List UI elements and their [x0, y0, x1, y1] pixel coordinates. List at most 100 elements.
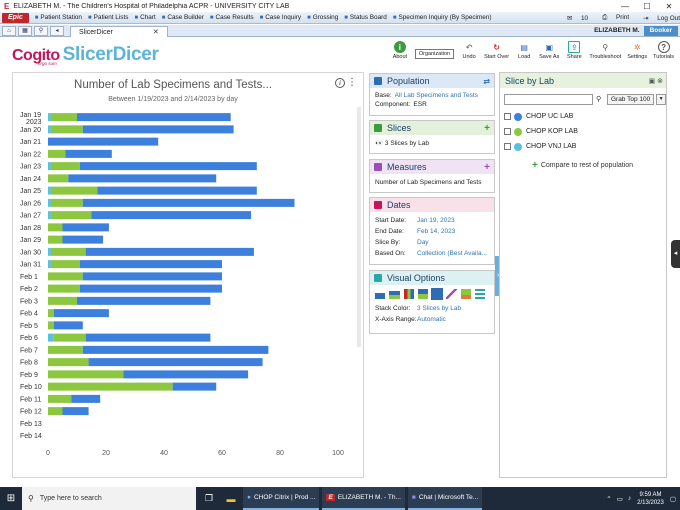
x-axis-range-value[interactable]: Automatic — [417, 314, 446, 325]
bar-segment[interactable] — [62, 235, 104, 244]
network-icon[interactable]: ▭ — [617, 495, 623, 503]
bar-segment[interactable] — [48, 223, 63, 232]
bar-segment[interactable] — [48, 407, 63, 416]
booker-button[interactable]: Booker — [643, 25, 678, 36]
taskbar-search[interactable]: ⚲ Type here to search — [22, 487, 196, 510]
notification-icon[interactable]: ▢ — [670, 495, 676, 503]
bar-segment[interactable] — [62, 407, 89, 416]
bar-segment[interactable] — [48, 333, 54, 342]
bar-segment[interactable] — [50, 125, 83, 134]
bar-segment[interactable] — [82, 272, 222, 281]
bar-segment[interactable] — [48, 394, 72, 403]
toolbar-case-inquiry[interactable]: ■ Case Inquiry — [260, 14, 302, 21]
bar-segment[interactable] — [48, 149, 66, 158]
bar-segment[interactable] — [48, 113, 51, 122]
bar-segment[interactable] — [50, 186, 98, 195]
troubleshoot-button[interactable]: ⚲ Troubleshoot — [589, 41, 621, 60]
info-icon[interactable]: i — [335, 78, 345, 88]
minimize-button[interactable]: — — [614, 2, 636, 11]
toolbar-specimen-inquiry[interactable]: ■ Specimen Inquiry (By Specimen) — [393, 14, 492, 21]
bar-segment[interactable] — [48, 137, 159, 146]
add-slice-icon[interactable]: + — [484, 123, 490, 134]
organization-button[interactable]: Organization — [414, 49, 455, 59]
taskbar-app-citrix[interactable]: ● CHOP Citrix | Prod ... — [243, 487, 320, 510]
bar-segment[interactable] — [77, 113, 231, 122]
tutorials-button[interactable]: ? Tutorials — [653, 41, 674, 60]
bar-segment[interactable] — [88, 358, 263, 367]
share-button[interactable]: ⇪ Share — [565, 41, 583, 60]
settings-button[interactable]: ✲ Settings — [627, 41, 647, 60]
horizontal-bar-type-icon[interactable] — [430, 288, 444, 300]
bar-segment[interactable] — [50, 162, 80, 171]
compare-button[interactable]: + Compare to rest of population — [532, 160, 666, 171]
right-edge-expand-button[interactable]: ◂ — [671, 240, 680, 268]
bar-segment[interactable] — [48, 211, 51, 220]
table-type-icon[interactable] — [474, 289, 485, 299]
mail-button[interactable]: ✉ 10 — [560, 14, 588, 22]
taskbar-app-epic[interactable]: E ELIZABETH M. - Th... — [322, 487, 405, 510]
based-on-value[interactable]: Collection (Best Availa... — [417, 248, 487, 259]
start-date-value[interactable]: Jan 19, 2023 — [417, 215, 455, 226]
toolbar-grossing[interactable]: ■ Grossing — [307, 14, 338, 21]
panel-options-icon[interactable]: ▣ ⊗ — [649, 77, 663, 85]
bar-segment[interactable] — [82, 125, 234, 134]
bar-segment[interactable] — [48, 174, 69, 183]
slices-item[interactable]: 3 Slices by Lab — [385, 140, 429, 147]
stacked-bar-type-icon[interactable] — [389, 289, 400, 299]
bar-segment[interactable] — [50, 211, 92, 220]
bar-segment[interactable] — [77, 296, 211, 305]
slice-item-kop-lab[interactable]: CHOP KOP LAB — [500, 124, 666, 139]
bar-segment[interactable] — [79, 260, 223, 269]
bar-segment[interactable] — [48, 186, 51, 195]
bar-segment[interactable] — [65, 149, 112, 158]
grid-icon[interactable]: ▦ — [18, 25, 32, 36]
bar-segment[interactable] — [48, 358, 89, 367]
bar-segment[interactable] — [48, 382, 173, 391]
chevron-down-icon[interactable]: ▼ — [656, 94, 666, 105]
bar-segment[interactable] — [53, 309, 109, 318]
area-type-icon[interactable] — [460, 289, 471, 299]
about-button[interactable]: i About — [391, 41, 409, 60]
population-base-value[interactable]: All Lab Specimens and Tests — [395, 91, 478, 100]
bar-segment[interactable] — [48, 370, 124, 379]
load-button[interactable]: ▤ Load — [515, 41, 533, 60]
windows-start-button[interactable]: ⊞ — [0, 487, 22, 510]
stack-color-value[interactable]: 3 Slices by Lab — [417, 303, 461, 314]
undo-button[interactable]: ↶ Undo — [460, 41, 478, 60]
bar-segment[interactable] — [48, 162, 51, 171]
taskbar-clock[interactable]: 9:59 AM 2/13/2023 — [637, 491, 664, 507]
grouped-bar-type-icon[interactable] — [403, 289, 414, 299]
measures-item[interactable]: Number of Lab Specimens and Tests — [375, 179, 481, 186]
search-icon[interactable]: ⚲ — [34, 25, 48, 36]
bar-segment[interactable] — [48, 345, 83, 354]
bar-segment[interactable] — [79, 284, 223, 293]
slice-item-uc-lab[interactable]: CHOP UC LAB — [500, 109, 666, 124]
end-date-value[interactable]: Feb 14, 2023 — [417, 226, 455, 237]
bar-segment[interactable] — [50, 260, 80, 269]
slice-item-vnj-lab[interactable]: CHOP VNJ LAB — [500, 139, 666, 154]
bar-segment[interactable] — [53, 321, 83, 330]
epic-menu-button[interactable]: Epic — [2, 12, 29, 23]
grab-top-button[interactable]: Grab Top 100 — [606, 94, 655, 105]
bar-segment[interactable] — [48, 272, 83, 281]
start-over-button[interactable]: ↻ Start Over — [484, 41, 509, 60]
toolbar-status-board[interactable]: ■ Status Board — [344, 14, 387, 21]
bar-segment[interactable] — [71, 394, 101, 403]
bar-segment[interactable] — [53, 333, 86, 342]
slice-by-value[interactable]: Day — [417, 237, 429, 248]
chart-scrollbar[interactable] — [357, 107, 361, 347]
bar-chart-type-icon[interactable] — [375, 289, 386, 299]
volume-icon[interactable]: ♪ — [628, 495, 631, 502]
bar-segment[interactable] — [48, 198, 51, 207]
toolbar-chart[interactable]: ■ Chart — [134, 14, 155, 21]
bar-segment[interactable] — [62, 223, 109, 232]
close-tab-icon[interactable]: ✕ — [153, 29, 159, 36]
bar-segment[interactable] — [91, 211, 252, 220]
logout-button[interactable]: ⇥ Log Out — [636, 14, 680, 22]
toolbar-patient-lists[interactable]: ■ Patient Lists — [88, 14, 128, 21]
back-icon[interactable]: ◂ — [50, 25, 64, 36]
bar-segment[interactable] — [48, 296, 77, 305]
bar-segment[interactable] — [50, 198, 83, 207]
slices-header[interactable]: Slices + — [370, 121, 494, 135]
bar-segment[interactable] — [50, 113, 77, 122]
